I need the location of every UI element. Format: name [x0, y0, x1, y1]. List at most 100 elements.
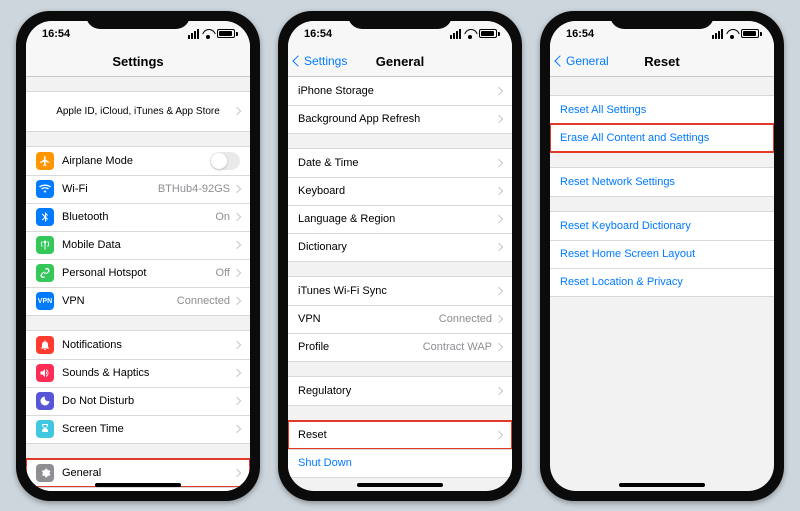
moon-icon	[36, 392, 54, 410]
row-airplane-mode[interactable]: Airplane Mode	[26, 147, 250, 175]
group-alerts: Notifications Sounds & Haptics Do Not Di…	[26, 330, 250, 444]
row-label: Reset Location & Privacy	[560, 276, 683, 288]
row-iphone-storage[interactable]: iPhone Storage	[288, 77, 512, 105]
status-right	[450, 29, 500, 39]
row-detail: Contract WAP	[423, 341, 492, 353]
row-dictionary[interactable]: Dictionary	[288, 233, 512, 261]
group-reset-all: Reset All Settings Erase All Content and…	[550, 95, 774, 153]
row-label: iPhone Storage	[298, 85, 374, 97]
chevron-right-icon	[495, 158, 503, 166]
row-do-not-disturb[interactable]: Do Not Disturb	[26, 387, 250, 415]
row-regulatory[interactable]: Regulatory	[288, 377, 512, 405]
row-background-app-refresh[interactable]: Background App Refresh	[288, 105, 512, 133]
row-label: Reset Home Screen Layout	[560, 248, 695, 260]
row-mobile-data[interactable]: Mobile Data	[26, 231, 250, 259]
chevron-right-icon	[233, 241, 241, 249]
row-reset-all-settings[interactable]: Reset All Settings	[550, 96, 774, 124]
chevron-right-icon	[233, 425, 241, 433]
page-title: Reset	[644, 54, 679, 69]
row-reset-network-settings[interactable]: Reset Network Settings	[550, 168, 774, 196]
wifi-icon	[36, 180, 54, 198]
row-personal-hotspot[interactable]: Personal Hotspot Off	[26, 259, 250, 287]
row-wifi[interactable]: Wi-Fi BTHub4-92GS	[26, 175, 250, 203]
row-label: Background App Refresh	[298, 113, 420, 125]
row-detail: Connected	[439, 313, 492, 325]
row-control-centre[interactable]: Control Centre	[26, 487, 250, 491]
speaker-icon	[36, 364, 54, 382]
row-notifications[interactable]: Notifications	[26, 331, 250, 359]
toggle[interactable]	[210, 152, 240, 170]
row-date-time[interactable]: Date & Time	[288, 149, 512, 177]
chevron-right-icon	[495, 386, 503, 394]
row-label: Airplane Mode	[62, 155, 133, 167]
status-time: 16:54	[304, 28, 332, 40]
status-time: 16:54	[566, 28, 594, 40]
row-label: Notifications	[62, 339, 122, 351]
vpn-icon: VPN	[36, 292, 54, 310]
chevron-left-icon	[292, 55, 303, 66]
sign-in-row[interactable]: Apple ID, iCloud, iTunes & App Store	[26, 91, 250, 132]
row-keyboard[interactable]: Keyboard	[288, 177, 512, 205]
wifi-icon	[202, 29, 214, 39]
back-button[interactable]: Settings	[294, 47, 347, 76]
row-sounds-haptics[interactable]: Sounds & Haptics	[26, 359, 250, 387]
bell-icon	[36, 336, 54, 354]
chevron-right-icon	[233, 185, 241, 193]
row-reset-keyboard-dictionary[interactable]: Reset Keyboard Dictionary	[550, 212, 774, 240]
row-reset-home-screen-layout[interactable]: Reset Home Screen Layout	[550, 240, 774, 268]
row-label: Erase All Content and Settings	[560, 132, 709, 144]
group-locale: Date & Time Keyboard Language & Region D…	[288, 148, 512, 262]
row-reset-location-privacy[interactable]: Reset Location & Privacy	[550, 268, 774, 296]
home-indicator[interactable]	[95, 483, 181, 487]
chevron-right-icon	[495, 430, 503, 438]
row-shut-down[interactable]: Shut Down	[288, 449, 512, 477]
page-title: Settings	[112, 54, 163, 69]
row-vpn[interactable]: VPN VPN Connected	[26, 287, 250, 315]
chevron-right-icon	[233, 213, 241, 221]
row-label: Regulatory	[298, 385, 351, 397]
row-language-region[interactable]: Language & Region	[288, 205, 512, 233]
content[interactable]: iPhone Storage Background App Refresh Da…	[288, 77, 512, 491]
row-label: Sounds & Haptics	[62, 367, 149, 379]
sign-in-label: Apple ID, iCloud, iTunes & App Store	[56, 106, 220, 117]
phone-frame: 16:54 General Reset Reset All Settings E…	[540, 11, 784, 501]
chevron-right-icon	[495, 315, 503, 323]
row-label: Bluetooth	[62, 211, 108, 223]
back-button[interactable]: General	[556, 47, 609, 76]
content[interactable]: Apple ID, iCloud, iTunes & App Store Air…	[26, 77, 250, 491]
bluetooth-icon	[36, 208, 54, 226]
wifi-icon	[464, 29, 476, 39]
chevron-right-icon	[233, 468, 241, 476]
status-right	[712, 29, 762, 39]
row-bluetooth[interactable]: Bluetooth On	[26, 203, 250, 231]
screen: 16:54 General Reset Reset All Settings E…	[550, 21, 774, 491]
row-itunes-wifi-sync[interactable]: iTunes Wi-Fi Sync	[288, 277, 512, 305]
chevron-right-icon	[233, 269, 241, 277]
phone-frame: 16:54 Settings General iPhone Storage Ba…	[278, 11, 522, 501]
row-screen-time[interactable]: Screen Time	[26, 415, 250, 443]
screen: 16:54 Settings General iPhone Storage Ba…	[288, 21, 512, 491]
row-vpn[interactable]: VPN Connected	[288, 305, 512, 333]
row-detail: BTHub4-92GS	[158, 183, 230, 195]
row-reset[interactable]: Reset	[288, 421, 512, 449]
chevron-right-icon	[233, 297, 241, 305]
notch	[348, 11, 452, 29]
group-reset: Reset Shut Down	[288, 420, 512, 478]
group-regulatory: Regulatory	[288, 376, 512, 406]
chevron-right-icon	[233, 397, 241, 405]
row-detail: Connected	[177, 295, 230, 307]
row-erase-all-content[interactable]: Erase All Content and Settings	[550, 124, 774, 152]
row-label: Date & Time	[298, 157, 359, 169]
chevron-left-icon	[554, 55, 565, 66]
chevron-right-icon	[233, 340, 241, 348]
row-label: Shut Down	[298, 457, 352, 469]
nav-bar: Settings	[26, 47, 250, 77]
signal-icon	[188, 29, 199, 39]
chevron-right-icon	[495, 215, 503, 223]
content[interactable]: Reset All Settings Erase All Content and…	[550, 77, 774, 491]
nav-bar: Settings General	[288, 47, 512, 77]
home-indicator[interactable]	[357, 483, 443, 487]
row-profile[interactable]: Profile Contract WAP	[288, 333, 512, 361]
battery-icon	[479, 29, 500, 38]
home-indicator[interactable]	[619, 483, 705, 487]
